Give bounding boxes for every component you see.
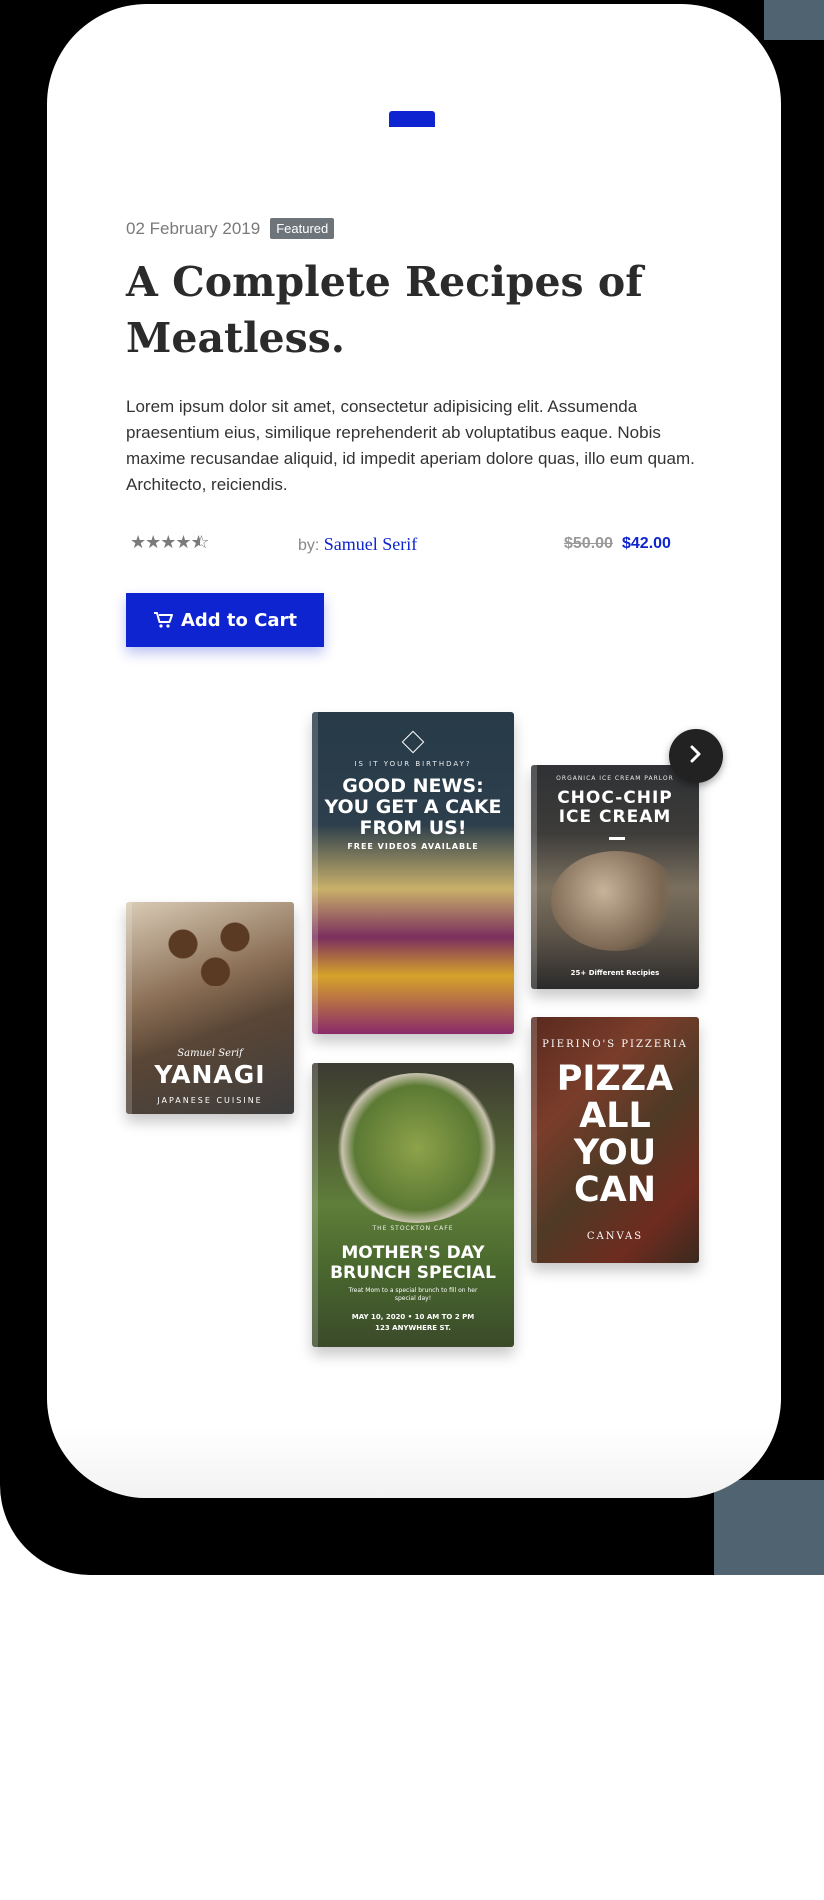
logo-icon [401, 730, 425, 754]
post-date: 02 February 2019 [126, 218, 261, 238]
dessert-illustration [144, 916, 274, 986]
book-cover-pizza[interactable]: PIERINO'S PIZZERIA PIZZA ALL YOU CAN CAN… [531, 1017, 699, 1263]
post-description: Lorem ipsum dolor sit amet, consectetur … [126, 397, 695, 494]
choc-footer: 25+ Different Recipies [570, 969, 660, 977]
post-title: A Complete Recipes of Meatless. [126, 258, 643, 362]
salad-detail: Treat Mom to a special brunch to fill on… [348, 1287, 478, 1302]
pizza-kicker: PIERINO'S PIZZERIA [542, 1039, 688, 1050]
post-info-row: ★★★★★☆ by: Samuel Serif $50.00 $42.00 [126, 532, 686, 556]
cake-kicker: IS IT YOUR BIRTHDAY? [354, 760, 472, 768]
add-to-cart-button[interactable]: Add to Cart [126, 593, 324, 647]
ice-cream-illustration [551, 851, 681, 951]
phone-screen: 02 February 2019 Featured A Complete Rec… [47, 4, 781, 1498]
book-cover-brunch[interactable]: THE STOCKTON CAFE MOTHER'S DAY BRUNCH SP… [312, 1063, 514, 1347]
salad-address: 123 ANYWHERE ST. [375, 1324, 451, 1332]
screen-bottom-shade [47, 1428, 781, 1498]
book-cover-cake[interactable]: IS IT YOUR BIRTHDAY? GOOD NEWS: YOU GET … [312, 712, 514, 1034]
cart-icon [153, 611, 175, 629]
choc-title: CHOC-CHIP ICE CREAM [557, 788, 673, 827]
featured-badge: Featured [270, 218, 335, 239]
speaker-notch [389, 111, 435, 127]
background-edge [764, 0, 824, 40]
pizza-footer: CANVAS [586, 1231, 644, 1242]
book-cover-choc-chip[interactable]: ORGANICA ICE CREAM PARLOR CHOC-CHIP ICE … [531, 765, 699, 989]
cake-subtitle: FREE VIDEOS AVAILABLE [347, 842, 479, 851]
book-cover-yanagi[interactable]: Samuel Serif YANAGI JAPANESE CUISINE [126, 902, 294, 1114]
divider [609, 837, 625, 840]
salad-title: MOTHER'S DAY BRUNCH SPECIAL [330, 1243, 496, 1283]
book-spine [531, 1017, 537, 1263]
author-line: by: Samuel Serif [298, 534, 417, 555]
yanagi-author: Samuel Serif [177, 1048, 243, 1059]
book-spine [531, 765, 537, 989]
choc-kicker: ORGANICA ICE CREAM PARLOR [556, 775, 674, 782]
carousel-next-button[interactable] [669, 729, 723, 783]
salad-date: MAY 10, 2020 • 10 AM TO 2 PM [351, 1313, 475, 1321]
book-spine [312, 1063, 318, 1347]
yanagi-title: YANAGI [154, 1060, 266, 1089]
author-prefix: by: [298, 537, 320, 554]
salad-kicker: THE STOCKTON CAFE [372, 1225, 454, 1232]
old-price: $50.00 [564, 535, 613, 552]
add-to-cart-label: Add to Cart [180, 609, 298, 631]
cake-title: GOOD NEWS: YOU GET A CAKE FROM US! [324, 775, 502, 839]
yanagi-subtitle: JAPANESE CUISINE [157, 1096, 263, 1105]
author-link[interactable]: Samuel Serif [324, 534, 417, 554]
new-price: $42.00 [622, 535, 671, 552]
rating-stars-icon: ★★★★★☆ [130, 532, 209, 553]
post-meta: 02 February 2019 Featured [126, 218, 335, 239]
chevron-right-icon [689, 745, 703, 767]
pizza-title: PIZZA ALL YOU CAN [556, 1059, 674, 1210]
salad-illustration [332, 1073, 502, 1223]
